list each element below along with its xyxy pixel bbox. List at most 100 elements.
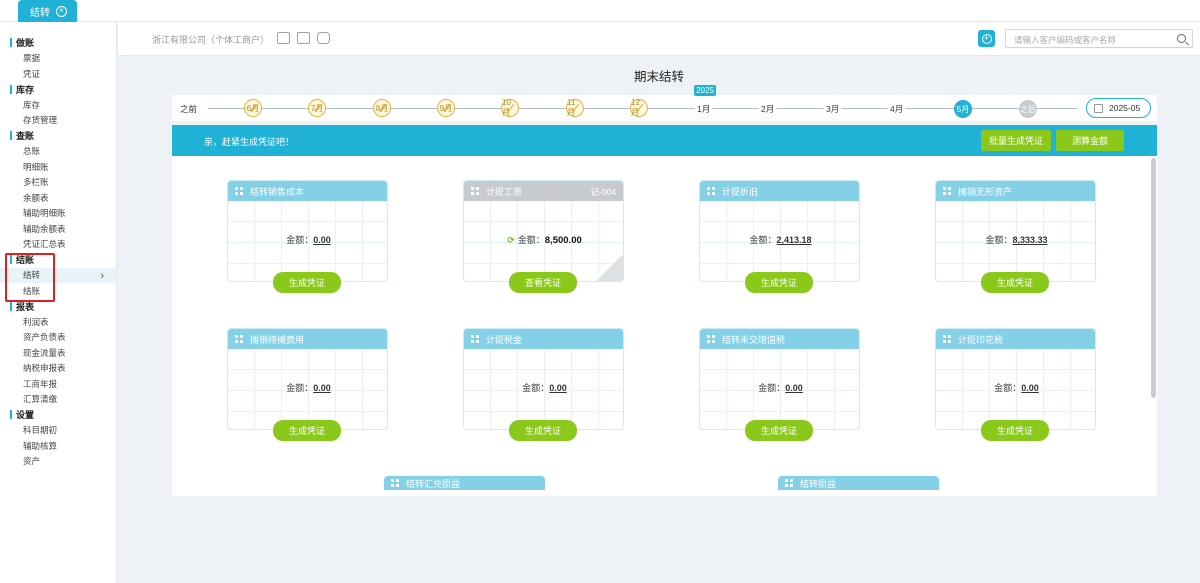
sidebar-item-mingxizhang[interactable]: 明细账	[0, 159, 116, 175]
period-picker[interactable]: 2025-05	[1086, 98, 1151, 118]
sidebar-item-huisuan[interactable]: 汇算清缴	[0, 392, 116, 408]
card-amount: 金额：0.00	[758, 383, 803, 393]
sidebar-item-gongshang[interactable]: 工商年报	[0, 376, 116, 392]
sidebar-item-xianjin[interactable]: 现金流量表	[0, 345, 116, 361]
sidebar-section: 库存	[0, 82, 116, 98]
sidebar-item-fuzhu-yue[interactable]: 辅助余额表	[0, 221, 116, 237]
sidebar-item-kucun[interactable]: 库存	[0, 97, 116, 113]
sidebar-item-zongzhang[interactable]: 总账	[0, 144, 116, 160]
sidebar-item-piaoju[interactable]: 票据	[0, 51, 116, 67]
sidebar-section: 报表	[0, 299, 116, 315]
voucher-code[interactable]: 记-004	[590, 186, 616, 198]
timeline-month-done[interactable]: ✓ 12月	[630, 98, 648, 117]
timeline-month[interactable]: 2月	[759, 103, 777, 115]
print-icon[interactable]	[277, 32, 290, 44]
banner-text: 亲，赶紧生成凭证吧！	[204, 137, 295, 147]
sidebar-item-nashui[interactable]: 纳税申报表	[0, 361, 116, 377]
card-title: 计提税金	[486, 334, 523, 345]
sidebar-item-pingzheng[interactable]: 凭证	[0, 66, 116, 82]
card-depreciation: 计提折旧 金额：2,413.18	[699, 180, 860, 282]
card-title: 计提折旧	[722, 186, 759, 197]
card-amount: 金额：0.00	[994, 383, 1039, 393]
timeline-before[interactable]: 之前	[178, 103, 200, 115]
card-amount: 金额：0.00	[286, 383, 331, 393]
tab-bar: 结转 ×	[0, 0, 1200, 22]
year-badge: 2025	[694, 85, 716, 96]
generate-voucher-button[interactable]: 生成凭证	[981, 272, 1049, 293]
sidebar-item-jiezhuan[interactable]: 结转 ›	[0, 267, 116, 283]
card-cost-transfer: 结转销售成本 金额：0.00	[227, 180, 388, 282]
timeline-month-done[interactable]: ✓ 7月	[308, 99, 326, 117]
sidebar-item-yuebiao[interactable]: 余额表	[0, 190, 116, 206]
card-title: 结转未交增值税	[722, 334, 786, 345]
sidebar-section: 查账	[0, 128, 116, 144]
calc-amount-button[interactable]: 测算金额	[1056, 130, 1124, 151]
timeline-month[interactable]: 1月	[695, 103, 713, 115]
card-intangible: 摊销无形资产 金额：8,333.33	[935, 180, 1096, 282]
timeline-month-done[interactable]: ✓ 9月	[437, 99, 455, 117]
card-amount: ⟳ 金额：8,500.00	[507, 235, 582, 246]
grid-icon	[943, 335, 951, 343]
sidebar: 做账 票据 凭证 库存 库存 存货管理 查账 总账 明细账 多栏账 余额表 辅助…	[0, 22, 117, 583]
card-vat: 结转未交增值税 金额：0.00	[699, 328, 860, 430]
generate-voucher-button[interactable]: 生成凭证	[745, 272, 813, 293]
card-amount: 金额：0.00	[286, 235, 331, 245]
card-profit-loss-partial: 结转损益	[778, 476, 939, 490]
generate-voucher-button[interactable]: 生成凭证	[273, 420, 341, 441]
sidebar-item-duolanzhang[interactable]: 多栏账	[0, 175, 116, 191]
period-value: 2025-05	[1109, 103, 1141, 113]
sidebar-section: 结账	[0, 252, 116, 268]
generate-voucher-button[interactable]: 生成凭证	[745, 420, 813, 441]
sidebar-section: 做账	[0, 35, 116, 51]
timeline-month[interactable]: 3月	[824, 103, 842, 115]
header: 浙江有限公司（个体工商户） + 请输入客户编码或客户名称	[118, 22, 1200, 56]
generate-voucher-button[interactable]: 生成凭证	[273, 272, 341, 293]
tab-jiezhuan[interactable]: 结转 ×	[18, 0, 77, 22]
timeline-month-done[interactable]: ✓ 6月	[244, 99, 262, 117]
archive-icon[interactable]	[317, 32, 330, 44]
timeline-after[interactable]: 之后	[1019, 100, 1037, 118]
banner: 亲，赶紧生成凭证吧！ 批量生成凭证 测算金额	[172, 125, 1157, 156]
timeline-month-done[interactable]: ✓ 10月	[501, 98, 519, 117]
card-amount: 金额：8,333.33	[985, 235, 1048, 245]
grid-icon	[471, 187, 479, 195]
page-title: 期末结转	[633, 70, 684, 84]
grid-icon	[471, 335, 479, 343]
timeline-month-done[interactable]: ✓ 8月	[373, 99, 391, 117]
cards-panel: 结转销售成本 金额：0.00 生成凭证 计提工资 记-004 ⟳ 金额：8,500.…	[172, 156, 1157, 496]
timeline-month[interactable]: 4月	[888, 103, 906, 115]
generate-voucher-button[interactable]: 生成凭证	[981, 420, 1049, 441]
batch-generate-button[interactable]: 批量生成凭证	[981, 130, 1051, 151]
sidebar-item-fuzhu-hesuan[interactable]: 辅助核算	[0, 438, 116, 454]
generate-voucher-button[interactable]: 生成凭证	[509, 420, 577, 441]
timeline-month-done[interactable]: ✓ 11月	[566, 98, 584, 117]
sidebar-item-zichan[interactable]: 资产	[0, 454, 116, 470]
refresh-icon[interactable]: ⟳	[507, 235, 515, 245]
search-icon[interactable]	[1177, 34, 1186, 43]
card-title: 计提印花税	[958, 334, 1004, 345]
sidebar-item-kemu[interactable]: 科目期初	[0, 423, 116, 439]
grid-icon	[785, 479, 793, 487]
search-placeholder: 请输入客户编码或客户名称	[1014, 35, 1117, 45]
view-voucher-button[interactable]: 查看凭证	[509, 272, 577, 293]
timeline-month-current[interactable]: 5月	[954, 100, 972, 118]
sidebar-item-zichan-fuzhai[interactable]: 资产负债表	[0, 330, 116, 346]
add-client-button[interactable]: +	[978, 30, 995, 47]
grid-icon	[707, 187, 715, 195]
card-title: 摊销无形资产	[958, 186, 1013, 197]
sidebar-item-jiezhang[interactable]: 结账	[0, 283, 116, 299]
card-title: 结转销售成本	[250, 186, 305, 197]
grid-icon	[391, 479, 399, 487]
grid-icon	[235, 335, 243, 343]
document-icon[interactable]	[297, 32, 310, 44]
sidebar-item-cunhuo[interactable]: 存货管理	[0, 113, 116, 129]
search-input[interactable]: 请输入客户编码或客户名称	[1005, 29, 1193, 48]
scrollbar[interactable]	[1151, 158, 1156, 398]
chevron-right-icon: ›	[100, 269, 104, 282]
grid-icon	[235, 187, 243, 195]
sidebar-item-fuzhu-mingxi[interactable]: 辅助明细账	[0, 206, 116, 222]
sidebar-item-lirun[interactable]: 利润表	[0, 314, 116, 330]
calendar-icon	[1094, 103, 1103, 113]
sidebar-item-pingzheng-huizong[interactable]: 凭证汇总表	[0, 237, 116, 253]
close-icon[interactable]: ×	[56, 5, 67, 17]
